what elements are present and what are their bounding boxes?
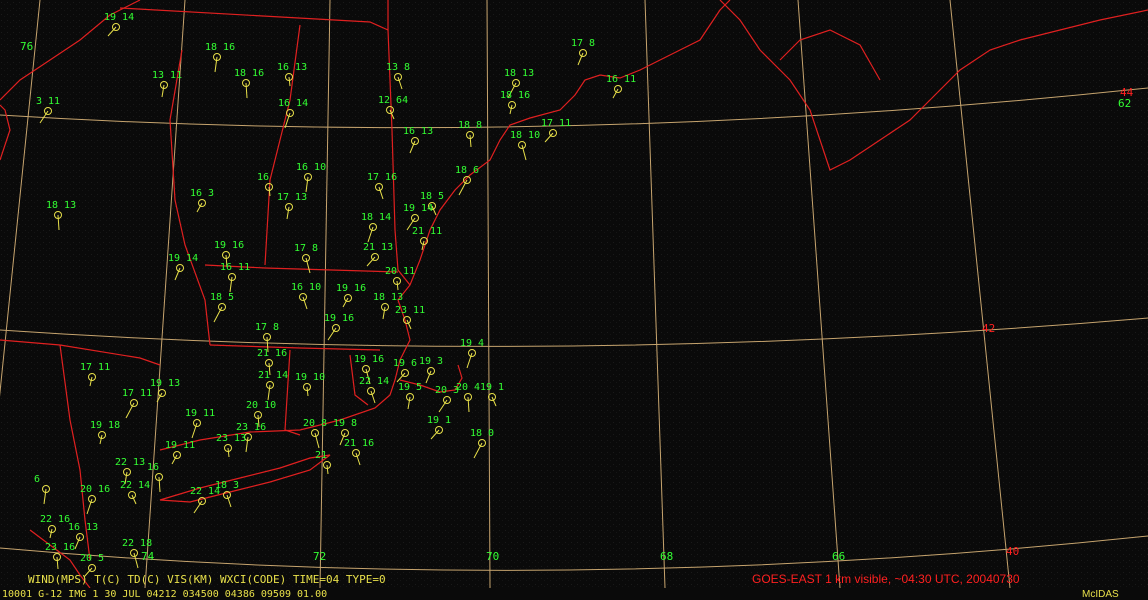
station-temp-dewpoint: 17 13 xyxy=(277,192,307,203)
lon-label-76: 76 xyxy=(20,40,34,53)
station-temp-dewpoint: 20 3 xyxy=(435,385,459,396)
station-temp-dewpoint: 23 16 xyxy=(236,422,266,433)
station-temp-dewpoint: 21 16 xyxy=(344,438,374,449)
station-temp-dewpoint: 21 11 xyxy=(412,226,442,237)
lon-label-66: 66 xyxy=(832,550,846,563)
lon-label-74: 74 xyxy=(141,550,155,563)
station-temp-dewpoint: 16 13 xyxy=(403,126,433,137)
station-temp-dewpoint: 20 11 xyxy=(385,266,415,277)
station-temp-dewpoint: 18 16 xyxy=(500,90,530,101)
station-temp-dewpoint: 20 16 xyxy=(80,484,110,495)
frame-status-line: 10001 G-12 IMG 1 30 JUL 04212 034500 043… xyxy=(2,589,327,600)
lon-label-68: 68 xyxy=(660,550,674,563)
station-temp-dewpoint: 13 8 xyxy=(386,62,410,73)
station-temp-dewpoint: 18 16 xyxy=(205,42,235,53)
station-temp-dewpoint: 13 11 xyxy=(152,70,182,81)
station-temp-dewpoint: 16 3 xyxy=(190,188,214,199)
mcidas-logo: McIDAS xyxy=(1082,589,1119,600)
station-temp-dewpoint: 18 13 xyxy=(504,68,534,79)
station-temp-dewpoint: 17 16 xyxy=(367,172,397,183)
station-temp-dewpoint: 18 5 xyxy=(210,292,234,303)
station-temp-dewpoint: 19 5 xyxy=(398,382,422,393)
station-temp-dewpoint: 17 11 xyxy=(80,362,110,373)
station-temp-dewpoint: 17 8 xyxy=(294,243,318,254)
station-temp-dewpoint: 21 13 xyxy=(363,242,393,253)
station-temp-dewpoint: 22 16 xyxy=(40,514,70,525)
station-temp-dewpoint: 19 14 xyxy=(403,203,433,214)
station-temp-dewpoint: 18 13 xyxy=(373,292,403,303)
station-temp-dewpoint: 23 16 xyxy=(45,542,75,553)
station-temp-dewpoint: 18 6 xyxy=(455,165,479,176)
lat-label-62: 62 xyxy=(1118,97,1132,110)
station-temp-dewpoint: 20 5 xyxy=(80,553,104,564)
station-temp-dewpoint: 19 10 xyxy=(295,372,325,383)
station-temp-dewpoint: 22 18 xyxy=(122,538,152,549)
station-temp-dewpoint: 18 10 xyxy=(510,130,540,141)
station-temp-dewpoint: 6 xyxy=(34,474,40,485)
station-temp-dewpoint: 22 14 xyxy=(359,376,389,387)
station-temp-dewpoint: 22 13 xyxy=(115,457,145,468)
station-temp-dewpoint: 18 5 xyxy=(420,191,444,202)
station-temp-dewpoint: 21 14 xyxy=(258,370,288,381)
lon-label-70: 70 xyxy=(486,550,500,563)
station-temp-dewpoint: 19 11 xyxy=(165,440,195,451)
station-temp-dewpoint: 19 6 xyxy=(393,358,417,369)
station-temp-dewpoint: 19 3 xyxy=(419,356,443,367)
station-temp-dewpoint: 3 11 xyxy=(36,96,60,107)
station-temp-dewpoint: 16 xyxy=(257,172,269,183)
station-temp-dewpoint: 19 4 xyxy=(460,338,484,349)
station-temp-dewpoint: 16 13 xyxy=(277,62,307,73)
station-temp-dewpoint: 16 xyxy=(147,462,159,473)
station-temp-dewpoint: 19 1 xyxy=(480,382,504,393)
station-temp-dewpoint: 19 16 xyxy=(354,354,384,365)
station-temp-dewpoint: 20 8 xyxy=(303,418,327,429)
station-temp-dewpoint: 19 11 xyxy=(185,408,215,419)
station-temp-dewpoint: 16 10 xyxy=(296,162,326,173)
station-temp-dewpoint: 19 8 xyxy=(333,418,357,429)
lat-label-40: 40 xyxy=(1006,545,1020,558)
station-temp-dewpoint: 18 16 xyxy=(234,68,264,79)
station-temp-dewpoint: 21 xyxy=(315,450,327,461)
station-temp-dewpoint: 16 11 xyxy=(606,74,636,85)
station-temp-dewpoint: 16 13 xyxy=(68,522,98,533)
station-temp-dewpoint: 18 3 xyxy=(215,480,239,491)
status-line-text: 0001 G-12 IMG 1 30 JUL 04212 034500 0438… xyxy=(8,589,328,600)
station-temp-dewpoint: 17 11 xyxy=(541,118,571,129)
map-display[interactable]: 19 14 17 8 18 16 16 13 13 8 18 13 16 11 13 11 18… xyxy=(0,0,1148,600)
station-temp-dewpoint: 20 4 xyxy=(456,382,480,393)
station-temp-dewpoint: 21 16 xyxy=(257,348,287,359)
station-temp-dewpoint: 18 13 xyxy=(46,200,76,211)
plot-legend: WIND(MPS) T(C) TD(C) VIS(KM) WXCI(CODE) … xyxy=(28,573,386,586)
station-temp-dewpoint: 19 14 xyxy=(168,253,198,264)
station-temp-dewpoint: 19 16 xyxy=(324,313,354,324)
station-temp-dewpoint: 19 13 xyxy=(150,378,180,389)
station-temp-dewpoint: 16 11 xyxy=(220,262,250,273)
station-temp-dewpoint: 17 11 xyxy=(122,388,152,399)
station-temp-dewpoint: 17 8 xyxy=(571,38,595,49)
lat-label-42: 42 xyxy=(982,322,996,335)
station-temp-dewpoint: 19 18 xyxy=(90,420,120,431)
station-temp-dewpoint: 19 16 xyxy=(336,283,366,294)
station-temp-dewpoint: 18 14 xyxy=(361,212,391,223)
station-temp-dewpoint: 16 14 xyxy=(278,98,308,109)
station-temp-dewpoint: 12 64 xyxy=(378,95,408,106)
station-temp-dewpoint: 19 1 xyxy=(427,415,451,426)
station-temp-dewpoint: 18 8 xyxy=(458,120,482,131)
satellite-image-background xyxy=(0,0,1148,588)
station-temp-dewpoint: 17 8 xyxy=(255,322,279,333)
station-temp-dewpoint: 23 13 xyxy=(216,433,246,444)
station-temp-dewpoint: 23 11 xyxy=(395,305,425,316)
station-temp-dewpoint: 19 16 xyxy=(214,240,244,251)
station-temp-dewpoint: 19 14 xyxy=(104,12,134,23)
image-caption: GOES-EAST 1 km visible, ~04:30 UTC, 2004… xyxy=(752,572,1020,586)
station-temp-dewpoint: 20 10 xyxy=(246,400,276,411)
station-temp-dewpoint: 18 0 xyxy=(470,428,494,439)
map-canvas[interactable]: 19 14 17 8 18 16 16 13 13 8 18 13 16 11 13 11 18… xyxy=(0,0,1148,588)
station-temp-dewpoint: 16 10 xyxy=(291,282,321,293)
station-temp-dewpoint: 22 14 xyxy=(120,480,150,491)
lon-label-72: 72 xyxy=(313,550,327,563)
